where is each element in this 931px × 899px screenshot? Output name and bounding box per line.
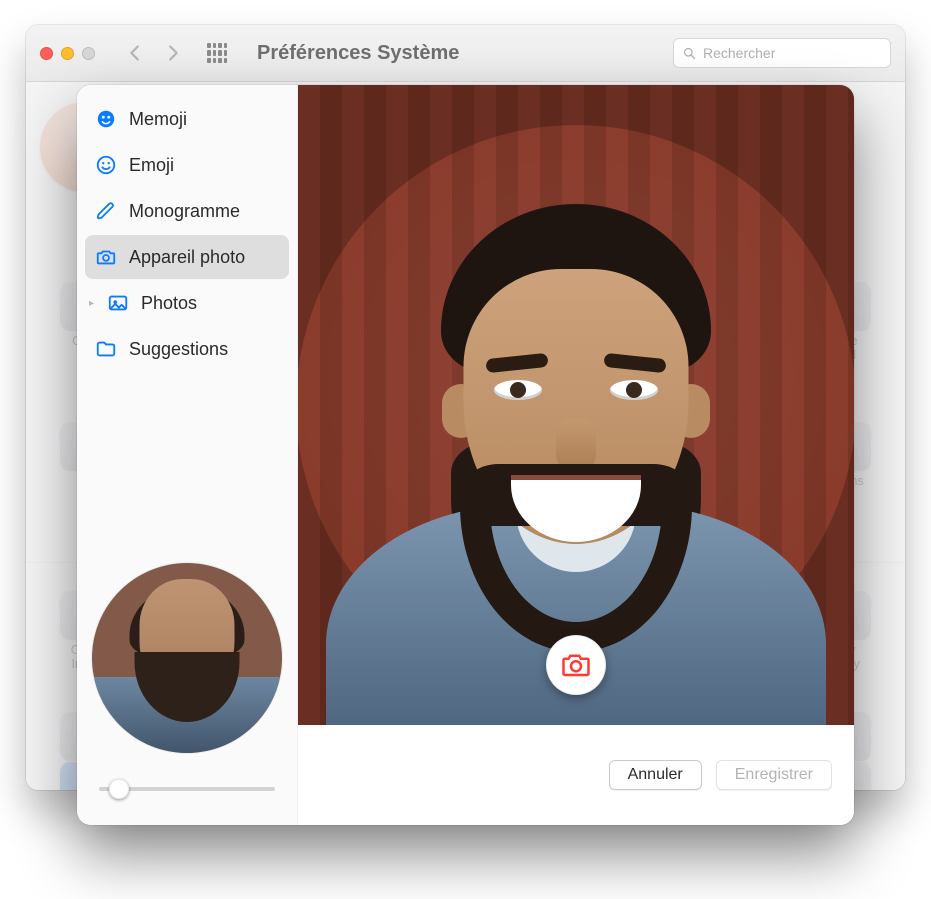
close-window-button[interactable]	[40, 47, 53, 60]
camera-shutter-icon	[561, 652, 591, 678]
zoom-window-button	[82, 47, 95, 60]
sidebar-item-monogram[interactable]: Monogramme	[85, 189, 289, 233]
memoji-icon	[95, 108, 117, 130]
avatar-preview-thumbnail	[92, 563, 282, 753]
chevron-left-icon	[124, 42, 146, 64]
save-button: Enregistrer	[716, 760, 832, 790]
show-all-icon[interactable]	[207, 43, 227, 63]
back-button[interactable]	[117, 38, 153, 68]
chevron-right-icon	[162, 42, 184, 64]
search-placeholder: Rechercher	[703, 45, 775, 61]
sidebar-item-photos[interactable]: ▸ Photos	[85, 281, 289, 325]
search-field[interactable]: Rechercher	[673, 38, 891, 68]
photos-icon	[107, 292, 129, 314]
sidebar-item-label: Memoji	[129, 109, 187, 130]
camera-subject	[366, 164, 786, 684]
sheet-footer: Annuler Enregistrer	[298, 725, 854, 825]
window-controls	[40, 47, 95, 60]
forward-button[interactable]	[155, 38, 191, 68]
sidebar-item-suggestions[interactable]: Suggestions	[85, 327, 289, 371]
sidebar-item-label: Suggestions	[129, 339, 228, 360]
window-titlebar: Préférences Système Rechercher	[26, 25, 905, 82]
camera-icon	[95, 246, 117, 268]
zoom-slider[interactable]	[99, 787, 275, 791]
camera-pane: Annuler Enregistrer	[298, 85, 854, 825]
window-title: Préférences Système	[257, 42, 459, 65]
camera-preview	[298, 85, 854, 725]
cancel-button[interactable]: Annuler	[609, 760, 702, 790]
sidebar-item-memoji[interactable]: Memoji	[85, 97, 289, 141]
capture-button[interactable]	[546, 635, 606, 695]
minimize-window-button[interactable]	[61, 47, 74, 60]
chevron-right-icon: ▸	[89, 298, 99, 309]
pencil-icon	[95, 200, 117, 222]
sidebar-item-label: Photos	[141, 293, 197, 314]
nav-arrows	[117, 38, 191, 68]
sidebar-item-label: Appareil photo	[129, 247, 245, 268]
emoji-icon	[95, 154, 117, 176]
search-icon	[682, 46, 697, 61]
sidebar-item-camera[interactable]: Appareil photo	[85, 235, 289, 279]
zoom-slider-thumb[interactable]	[109, 779, 129, 799]
sidebar-item-label: Monogramme	[129, 201, 240, 222]
folder-icon	[95, 338, 117, 360]
avatar-picker-sheet: Memoji Emoji Monogramme Appareil photo	[77, 85, 854, 825]
avatar-source-sidebar: Memoji Emoji Monogramme Appareil photo	[77, 85, 298, 825]
sidebar-item-label: Emoji	[129, 155, 174, 176]
sidebar-item-emoji[interactable]: Emoji	[85, 143, 289, 187]
